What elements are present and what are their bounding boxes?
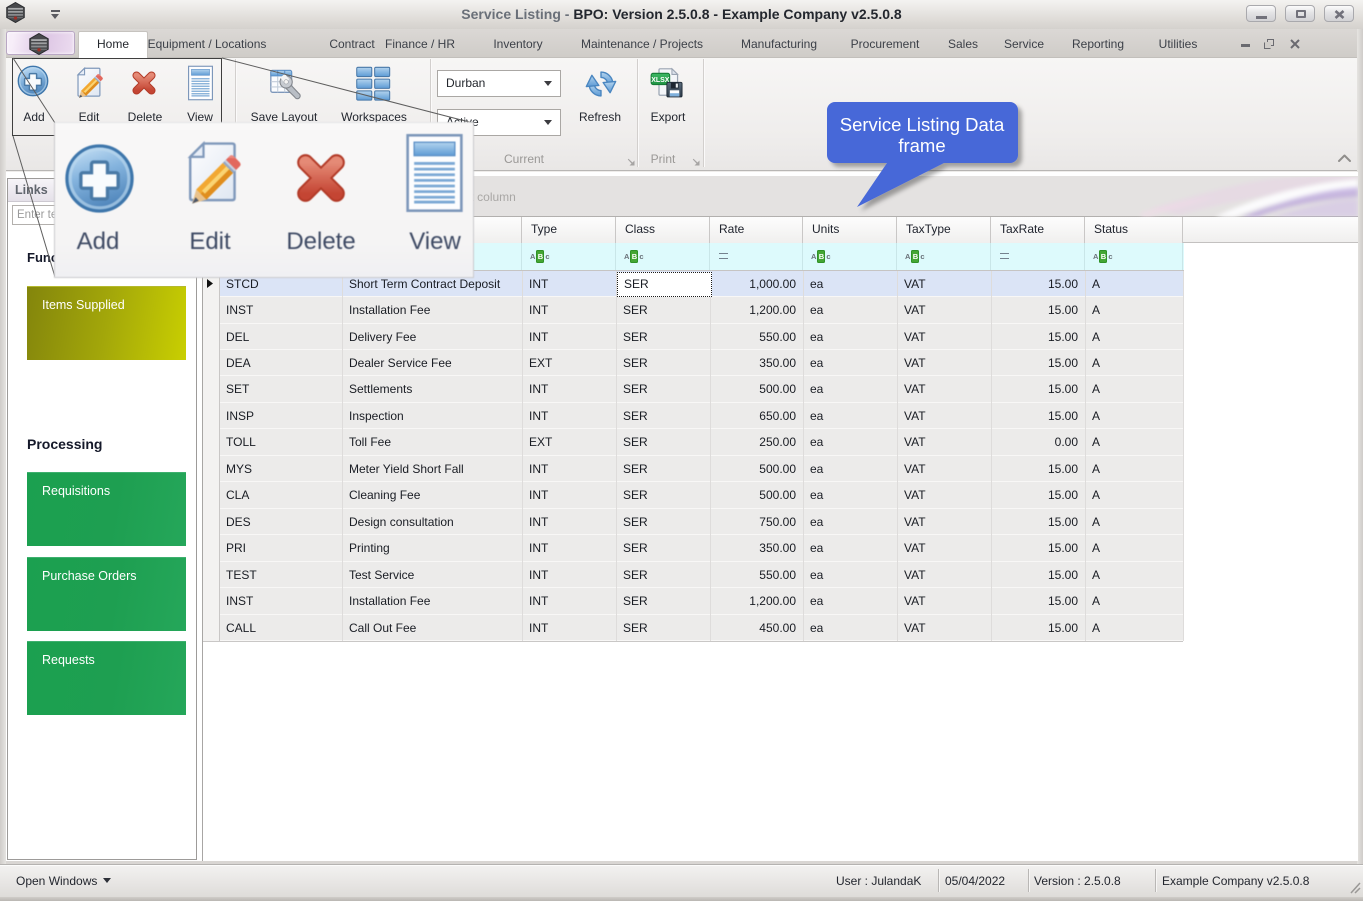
svg-text:frame: frame bbox=[898, 135, 945, 156]
svg-text:Service Listing Data: Service Listing Data bbox=[840, 114, 1005, 135]
